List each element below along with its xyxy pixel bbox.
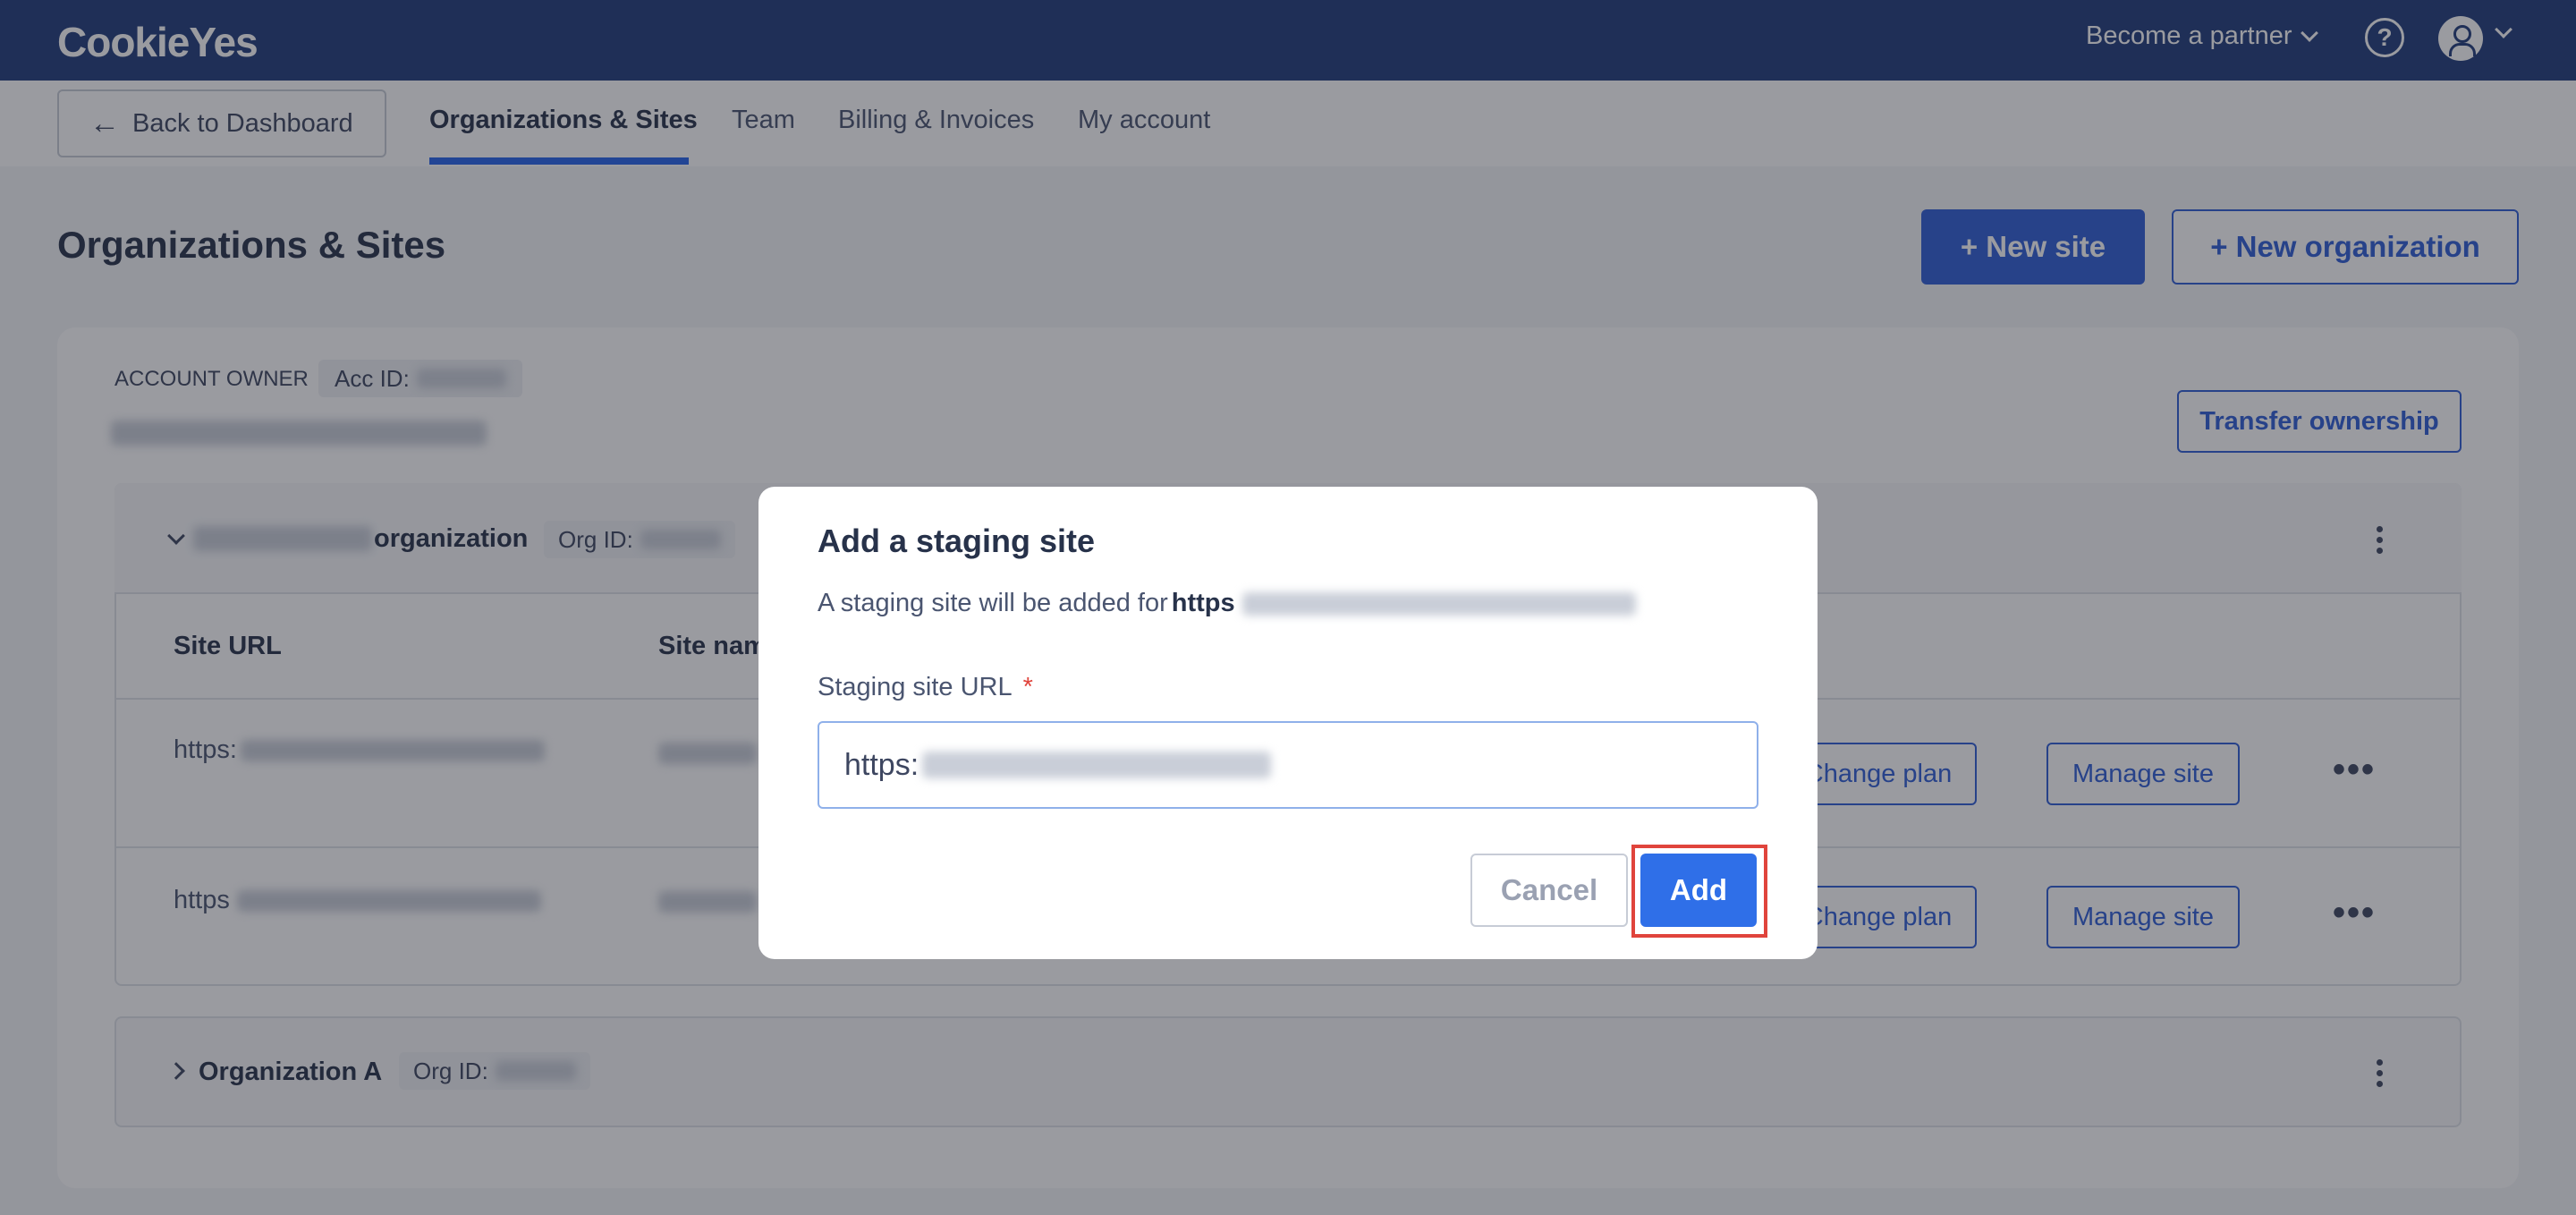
- staging-url-label: Staging site URL *: [818, 673, 1033, 702]
- required-marker: *: [1022, 673, 1033, 701]
- cancel-button[interactable]: Cancel: [1470, 854, 1628, 927]
- dialog-title: Add a staging site: [818, 523, 1096, 559]
- staging-url-label-text: Staging site URL: [818, 673, 1013, 701]
- staging-url-value: https:: [844, 747, 919, 782]
- dialog-description: A staging site will be added for https: [818, 589, 1636, 618]
- redacted-site-url: [1241, 591, 1636, 616]
- add-staging-site-dialog: Add a staging site A staging site will b…: [758, 487, 1818, 959]
- add-button[interactable]: Add: [1640, 854, 1757, 927]
- dialog-description-text: A staging site will be added for: [818, 589, 1168, 617]
- staging-url-input[interactable]: https:: [818, 721, 1758, 809]
- redacted-staging-url: [922, 752, 1272, 778]
- dialog-description-url: https: [1171, 589, 1235, 617]
